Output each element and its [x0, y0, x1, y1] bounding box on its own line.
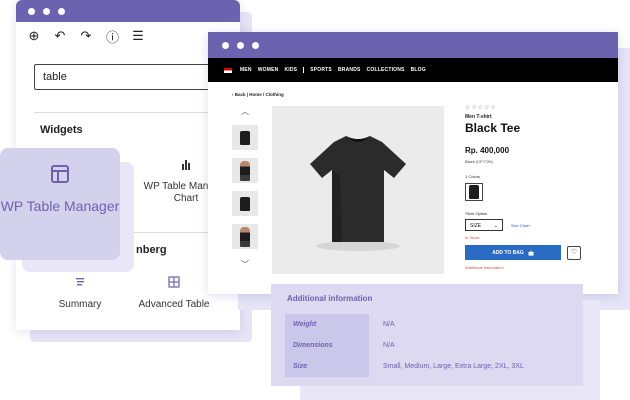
add-to-bag-label: ADD TO BAG	[492, 249, 524, 256]
window-dot	[43, 7, 50, 15]
thumbnail[interactable]	[232, 224, 258, 249]
chevron-down-icon: ⌄	[493, 223, 498, 229]
thumbnail[interactable]	[232, 158, 258, 183]
additional-information-title: Additional information	[287, 294, 373, 303]
editor-toolbar: ⊕ ↶ ↷ ⓘ ☰	[16, 22, 240, 50]
product-price: Rp. 400,000	[465, 146, 510, 155]
color-swatch[interactable]	[465, 183, 483, 201]
advanced-table-block-label: Advanced Table	[138, 299, 210, 310]
advanced-table-block[interactable]: Advanced Table	[134, 276, 214, 311]
summary-block-label: Summary	[58, 299, 102, 310]
product-main-image	[272, 106, 444, 274]
undo-icon[interactable]: ↶	[54, 28, 66, 44]
additional-information-table: Weight N/A Dimensions N/A Size Small, Me…	[285, 314, 575, 377]
product-variant: Black (CF7726)	[465, 159, 493, 164]
model-thumbnail-image	[240, 226, 250, 247]
bag-icon	[528, 250, 534, 256]
composite-screenshot: ⊕ ↶ ↷ ⓘ ☰ table Widgets WP Table Manager…	[0, 0, 630, 400]
editor-titlebar	[16, 0, 240, 22]
summary-icon	[40, 276, 120, 291]
window-dot	[28, 7, 35, 15]
table-row: Size Small, Medium, Large, Extra Large, …	[285, 356, 575, 377]
nav-collections[interactable]: COLLECTIONS	[367, 67, 405, 73]
shop-titlebar	[208, 32, 618, 58]
weight-value: N/A	[383, 321, 395, 328]
nav-men[interactable]: MEN	[240, 67, 252, 73]
table-grid-icon	[134, 276, 214, 291]
size-option-label: *Size Option	[465, 211, 488, 216]
add-block-icon[interactable]: ⊕	[28, 28, 40, 44]
table-row: Dimensions N/A	[285, 335, 575, 356]
dimensions-key: Dimensions	[285, 335, 369, 356]
colors-label: 1 Colors	[465, 174, 480, 179]
thumbnail-strip: ︿ ﹀	[230, 106, 260, 270]
block-search-input[interactable]: table	[34, 64, 234, 90]
thumbnail[interactable]	[232, 125, 258, 150]
product-category: Men T-shirt	[465, 114, 492, 120]
dimensions-value: N/A	[383, 342, 395, 349]
store-nav-bar: MEN WOMEN KIDS SPORTS BRANDS COLLECTIONS…	[208, 58, 618, 82]
rating-stars[interactable]: ☆☆☆☆☆	[465, 104, 605, 111]
nav-sports[interactable]: SPORTS	[310, 67, 332, 73]
chevron-up-icon[interactable]: ︿	[230, 106, 260, 117]
widgets-heading: Widgets	[40, 124, 83, 136]
chevron-down-icon[interactable]: ﹀	[230, 259, 260, 270]
tee-thumbnail-image	[240, 130, 250, 145]
summary-block[interactable]: Summary	[40, 276, 120, 311]
size-select-value: SIZE	[470, 223, 482, 229]
nav-women[interactable]: WOMEN	[258, 67, 279, 73]
product-info: ☆☆☆☆☆ Men T-shirt Black Tee Rp. 400,000 …	[465, 104, 605, 270]
window-dot	[222, 41, 229, 49]
divider	[34, 112, 224, 113]
nav-blog[interactable]: BLOG	[411, 67, 426, 73]
thumbnail[interactable]	[232, 191, 258, 216]
redo-icon[interactable]: ↷	[80, 28, 92, 44]
size-row: SIZE ⌄ Size Chart	[465, 219, 605, 231]
additional-information-panel: Additional information Weight N/A Dimens…	[271, 284, 583, 386]
tee-thumbnail-image	[240, 196, 250, 211]
size-value: Small, Medium, Large, Extra Large, 2XL, …	[383, 363, 524, 370]
size-select[interactable]: SIZE ⌄	[465, 219, 503, 231]
bag-row: ADD TO BAG ♡	[465, 245, 605, 260]
nav-separator	[303, 67, 305, 73]
window-dot	[58, 7, 65, 15]
product-name: Black Tee	[465, 121, 521, 135]
heart-icon[interactable]: ♡	[567, 245, 581, 260]
wp-card-label: WP Table Manager	[0, 198, 120, 214]
size-chart-link[interactable]: Size Chart	[511, 223, 530, 228]
stock-status: In Stock	[465, 235, 480, 240]
add-to-bag-button[interactable]: ADD TO BAG	[465, 245, 561, 260]
flag-icon[interactable]	[224, 67, 232, 73]
table-row: Weight N/A	[285, 314, 575, 335]
black-tshirt-image	[310, 136, 406, 251]
weight-key: Weight	[285, 314, 369, 335]
section-heading: nberg	[136, 244, 167, 256]
model-thumbnail-image	[240, 160, 250, 181]
window-dot	[237, 41, 244, 49]
wp-table-manager-block-card[interactable]: WP Table Manager	[0, 148, 120, 260]
nav-kids[interactable]: KIDS	[284, 67, 297, 73]
list-view-icon[interactable]: ☰	[132, 28, 144, 44]
breadcrumb[interactable]: ‹ Back | Home / Clothing	[232, 92, 284, 97]
size-key: Size	[285, 356, 369, 377]
product-page-window: MEN WOMEN KIDS SPORTS BRANDS COLLECTIONS…	[208, 32, 618, 294]
window-dot	[252, 41, 259, 49]
table-icon	[0, 164, 120, 189]
swatch-image	[469, 185, 479, 199]
nav-brands[interactable]: BRANDS	[338, 67, 361, 73]
additional-information-link[interactable]: Additional Information	[465, 265, 605, 270]
info-icon[interactable]: ⓘ	[106, 27, 119, 46]
